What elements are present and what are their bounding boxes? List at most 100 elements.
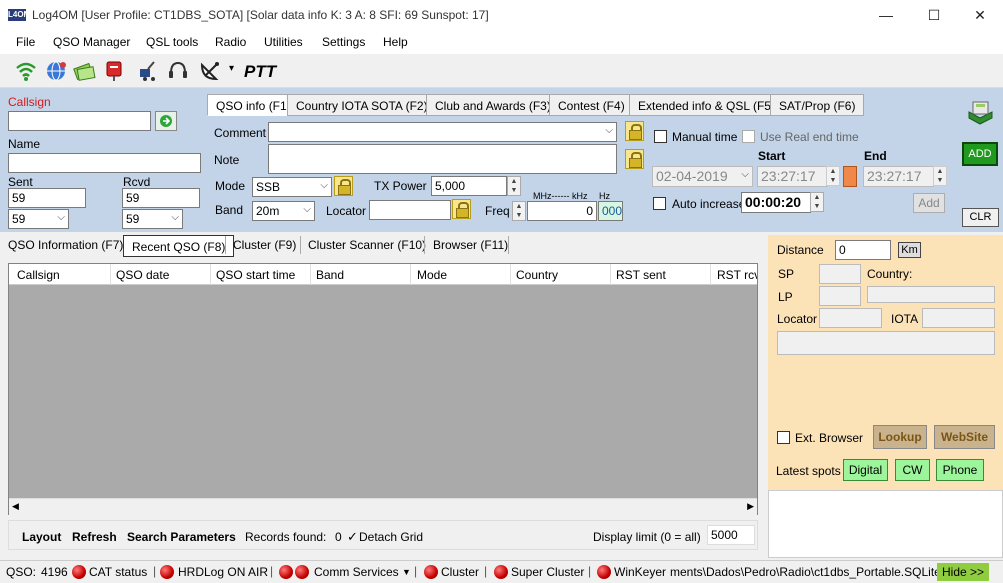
save-disk-icon[interactable]	[966, 98, 994, 128]
digital-spots-button[interactable]: Digital	[843, 459, 888, 481]
column-header-band[interactable]: Band	[316, 268, 344, 282]
use-real-end-checkbox[interactable]	[742, 130, 755, 143]
add-qso-button[interactable]: ADD	[962, 142, 998, 166]
column-header-rst-rcvd[interactable]: RST rcvd	[717, 268, 757, 282]
rst-sent-combo[interactable]: 59 ⌵	[8, 209, 69, 229]
column-header-qso-start-time[interactable]: QSO start time	[216, 268, 295, 282]
lookup-button[interactable]: Lookup	[873, 425, 927, 449]
tab-cluster[interactable]: Cluster (F9)	[233, 238, 296, 252]
dish-dropdown-icon[interactable]: ▾	[229, 63, 234, 74]
manual-time-checkbox[interactable]	[654, 130, 667, 143]
name-input[interactable]	[8, 153, 201, 173]
note-lock-icon[interactable]	[625, 149, 644, 169]
refresh-button[interactable]: Refresh	[72, 530, 117, 544]
tab-qso-info[interactable]: QSO info (F1)	[207, 94, 300, 116]
comm-services-dropdown[interactable]: Comm Services	[314, 565, 399, 579]
mailbox-icon[interactable]	[102, 59, 126, 83]
tab-club-awards[interactable]: Club and Awards (F3)	[426, 94, 560, 116]
mode-combo[interactable]: SSB ⌵	[252, 177, 332, 197]
close-button[interactable]: ✕	[957, 0, 1003, 30]
grid-horizontal-scrollbar[interactable]: ◀ ▶	[9, 498, 757, 515]
locator-input[interactable]	[369, 200, 451, 220]
qsl-cards-icon[interactable]	[72, 59, 96, 83]
satellite-tracker-icon[interactable]	[136, 59, 160, 83]
menu-qsl-tools[interactable]: QSL tools	[146, 35, 198, 49]
clear-button[interactable]: CLR	[962, 208, 999, 227]
distance-unit-button[interactable]: Km	[898, 242, 921, 258]
tx-power-input[interactable]: 5,000	[431, 176, 507, 196]
tab-browser[interactable]: Browser (F11)	[433, 238, 508, 252]
recent-qso-grid[interactable]: Callsign QSO date QSO start time Band Mo…	[8, 263, 758, 515]
comment-input[interactable]: ⌵	[268, 122, 617, 142]
cluster-label[interactable]: Cluster	[441, 565, 479, 579]
chevron-down-icon[interactable]: ▼	[402, 567, 411, 577]
tab-extended-info-qsl[interactable]: Extended info & QSL (F5)	[629, 94, 784, 116]
column-header-qso-date[interactable]: QSO date	[116, 268, 169, 282]
auto-increase-input[interactable]: 00:00:20	[741, 192, 811, 213]
callsign-lookup-button[interactable]	[155, 111, 177, 131]
tab-cluster-scanner[interactable]: Cluster Scanner (F10)	[308, 238, 426, 252]
menu-file[interactable]: File	[16, 35, 35, 49]
note-input[interactable]	[268, 144, 617, 174]
detach-grid-checkbox[interactable]: Detach Grid	[359, 530, 423, 544]
globe-network-icon[interactable]	[44, 59, 68, 83]
menu-help[interactable]: Help	[383, 35, 408, 49]
tab-contest[interactable]: Contest (F4)	[549, 94, 634, 116]
spots-list[interactable]	[768, 490, 1003, 558]
search-parameters-button[interactable]: Search Parameters	[127, 530, 236, 544]
tab-recent-qso[interactable]: Recent QSO (F8)	[123, 235, 235, 257]
display-limit-input[interactable]: 5000	[707, 525, 755, 545]
menu-radio[interactable]: Radio	[215, 35, 246, 49]
freq-input[interactable]: 0	[527, 201, 597, 221]
freq-hz-input[interactable]: 000	[598, 201, 623, 221]
menu-utilities[interactable]: Utilities	[264, 35, 303, 49]
rst-rcvd-input[interactable]: 59	[122, 188, 200, 208]
start-time-flag-button[interactable]	[843, 166, 857, 187]
rst-sent-input[interactable]: 59	[8, 188, 86, 208]
auto-increase-checkbox[interactable]	[653, 197, 666, 210]
wifi-signal-icon[interactable]	[14, 59, 38, 83]
callsign-input[interactable]	[8, 111, 151, 131]
website-button[interactable]: WebSite	[934, 425, 995, 449]
ext-browser-checkbox[interactable]	[777, 431, 790, 444]
start-time-spinner[interactable]: ▲ ▼	[826, 166, 840, 186]
minimize-button[interactable]: —	[863, 0, 909, 30]
mode-lock-icon[interactable]	[334, 176, 353, 196]
end-time-spinner[interactable]: ▲ ▼	[933, 166, 947, 186]
rst-rcvd-combo[interactable]: 59 ⌵	[122, 209, 183, 229]
auto-increase-spinner[interactable]: ▲ ▼	[810, 192, 824, 212]
column-header-rst-sent[interactable]: RST sent	[616, 268, 666, 282]
column-header-mode[interactable]: Mode	[417, 268, 447, 282]
qso-entry-panel: Callsign Name Sent Rcvd 59 59 59 ⌵ 59 ⌵ QS…	[0, 88, 1003, 232]
end-time-input[interactable]: 23:27:17	[863, 166, 934, 187]
hrdlog-label[interactable]: HRDLog ON AIR	[178, 565, 268, 579]
scroll-right-icon[interactable]: ▶	[747, 501, 754, 512]
tab-sat-prop[interactable]: SAT/Prop (F6)	[770, 94, 865, 116]
cw-spots-button[interactable]: CW	[895, 459, 930, 481]
menu-qso-manager[interactable]: QSO Manager	[53, 35, 130, 49]
tab-country-iota-sota[interactable]: Country IOTA SOTA (F2)	[287, 94, 437, 116]
qso-date-picker[interactable]: 02-04-2019 ⌵	[652, 166, 753, 187]
add-time-button[interactable]: Add	[913, 193, 945, 213]
hide-panel-button[interactable]: Hide >>	[937, 563, 989, 581]
phone-spots-button[interactable]: Phone	[936, 459, 984, 481]
cat-status-label[interactable]: CAT status	[89, 565, 147, 579]
maximize-button[interactable]: ☐	[911, 0, 957, 30]
menu-settings[interactable]: Settings	[322, 35, 365, 49]
freq-spinner[interactable]: ▲ ▼	[512, 201, 526, 221]
super-cluster-label[interactable]: Super Cluster	[511, 565, 584, 579]
ptt-button[interactable]: PTT	[244, 62, 276, 82]
layout-button[interactable]: Layout	[22, 530, 61, 544]
satellite-dish-icon[interactable]	[198, 59, 222, 83]
locator-lock-icon[interactable]	[452, 199, 471, 219]
winkeyer-label[interactable]: WinKeyer	[614, 565, 666, 579]
scroll-left-icon[interactable]: ◀	[12, 501, 19, 512]
tab-qso-information[interactable]: QSO Information (F7)	[8, 238, 123, 252]
column-header-country[interactable]: Country	[516, 268, 558, 282]
band-combo[interactable]: 20m ⌵	[252, 201, 315, 221]
column-header-callsign[interactable]: Callsign	[17, 268, 60, 282]
comment-lock-icon[interactable]	[625, 121, 644, 141]
start-time-input[interactable]: 23:27:17	[757, 166, 828, 187]
headset-icon[interactable]	[166, 59, 190, 83]
tx-power-spinner[interactable]: ▲ ▼	[507, 176, 521, 196]
